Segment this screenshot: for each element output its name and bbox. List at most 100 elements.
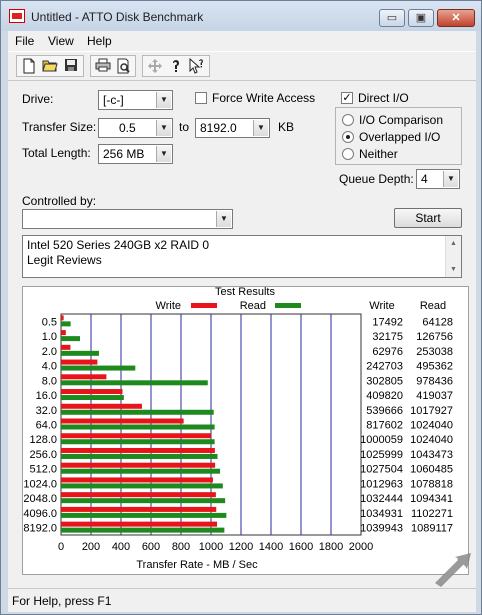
x-tick-label: 400 — [112, 541, 130, 553]
atto-app-icon — [9, 9, 25, 23]
transfer-size-to-value: 8192.0 — [200, 121, 237, 135]
status-text: For Help, press F1 — [12, 594, 112, 608]
read-bar — [61, 527, 225, 533]
transfer-size-label: Transfer Size: — [22, 120, 97, 134]
file-toolbar-group — [16, 55, 84, 77]
overlapped-io-radio[interactable] — [342, 131, 354, 143]
read-bar — [61, 498, 226, 504]
queue-depth-value: 4 — [421, 172, 428, 186]
close-button[interactable]: ✕ — [437, 9, 475, 27]
drive-select[interactable]: [-c-] ▼ — [98, 90, 173, 110]
y-category-label: 4096.0 — [23, 508, 57, 520]
window-title: Untitled - ATTO Disk Benchmark — [31, 10, 204, 24]
overlapped-io-label: Overlapped I/O — [359, 130, 441, 144]
write-value: 1000059 — [360, 434, 403, 446]
transfer-size-from-select[interactable]: 0.5 ▼ — [98, 118, 173, 138]
status-bar: For Help, press F1 — [8, 588, 476, 612]
write-bar — [61, 389, 123, 395]
write-legend-swatch — [191, 303, 217, 308]
description-scrollbar[interactable]: ▲ ▼ — [445, 236, 461, 277]
move-icon[interactable] — [145, 58, 165, 76]
minimize-button[interactable]: ▭ — [379, 9, 405, 27]
write-bar — [61, 374, 107, 380]
read-legend-swatch — [275, 303, 301, 308]
write-column-header: Write — [369, 300, 394, 312]
write-bar — [61, 447, 215, 453]
write-bar — [61, 433, 212, 439]
y-category-label: 128.0 — [29, 434, 57, 446]
x-tick-label: 200 — [82, 541, 100, 553]
read-value: 978436 — [416, 375, 453, 387]
read-bar — [61, 439, 215, 445]
scroll-up-icon[interactable]: ▲ — [446, 236, 461, 251]
transfer-size-from-value: 0.5 — [119, 121, 136, 135]
test-results-title: Test Results — [215, 287, 275, 298]
title-bar[interactable]: Untitled - ATTO Disk Benchmark ▭ ▣ ✕ — [1, 1, 481, 31]
write-bar — [61, 344, 71, 350]
open-folder-icon[interactable] — [40, 58, 60, 76]
toolbar — [8, 51, 476, 81]
chevron-down-icon[interactable]: ▼ — [253, 120, 268, 136]
print-icon[interactable] — [93, 58, 113, 76]
scroll-down-icon[interactable]: ▼ — [446, 262, 461, 277]
chevron-down-icon[interactable]: ▼ — [216, 211, 231, 227]
read-value: 1094341 — [410, 493, 453, 505]
x-tick-label: 800 — [172, 541, 190, 553]
chevron-down-icon[interactable]: ▼ — [156, 92, 171, 108]
read-bar — [61, 321, 71, 327]
maximize-button[interactable]: ▣ — [408, 9, 434, 27]
test-results-chart: Test Results Write Read Write Read Trans… — [23, 287, 453, 571]
start-button[interactable]: Start — [394, 208, 462, 228]
write-value: 17492 — [372, 316, 403, 328]
transfer-size-to-select[interactable]: 8192.0 ▼ — [195, 118, 270, 138]
chevron-down-icon[interactable]: ▼ — [443, 171, 458, 187]
chevron-down-icon[interactable]: ▼ — [156, 120, 171, 136]
write-legend-label: Write — [156, 300, 181, 312]
menu-bar: File View Help — [8, 31, 476, 51]
description-line-2: Legit Reviews — [27, 253, 102, 267]
write-value: 302805 — [366, 375, 403, 387]
controlled-by-select[interactable]: ▼ — [22, 209, 233, 229]
direct-io-checkbox[interactable]: ✓ — [341, 92, 353, 104]
read-bar — [61, 380, 208, 386]
neither-label: Neither — [359, 147, 398, 161]
chevron-down-icon[interactable]: ▼ — [156, 146, 171, 162]
read-value: 419037 — [416, 390, 453, 402]
write-bar — [61, 492, 216, 498]
read-bar — [61, 424, 215, 430]
write-bar — [61, 418, 184, 424]
save-icon[interactable] — [61, 58, 81, 76]
menu-file[interactable]: File — [15, 34, 34, 48]
queue-depth-select[interactable]: 4 ▼ — [416, 169, 460, 189]
help-icon[interactable] — [166, 58, 186, 76]
neither-radio[interactable] — [342, 148, 354, 160]
menu-help[interactable]: Help — [87, 34, 112, 48]
read-value: 64128 — [422, 316, 453, 328]
legit-reviews-logo — [429, 549, 477, 589]
total-length-select[interactable]: 256 MB ▼ — [98, 144, 173, 164]
write-bar — [61, 330, 66, 336]
write-bar — [61, 521, 217, 527]
total-length-value: 256 MB — [103, 147, 145, 161]
description-textarea[interactable]: Intel 520 Series 240GB x2 RAID 0 Legit R… — [22, 235, 462, 278]
print-preview-icon[interactable] — [114, 58, 134, 76]
x-tick-label: 1400 — [259, 541, 283, 553]
y-category-label: 512.0 — [29, 464, 57, 476]
read-value: 1060485 — [410, 464, 453, 476]
context-help-icon[interactable] — [187, 57, 207, 76]
y-category-label: 4.0 — [42, 361, 57, 373]
x-axis-title: Transfer Rate - MB / Sec — [136, 559, 258, 571]
read-value: 1043473 — [410, 449, 453, 461]
read-bar — [61, 453, 218, 459]
y-category-label: 0.5 — [42, 316, 57, 328]
client-area: Drive: [-c-] ▼ Force Write Access ✓ Dire… — [8, 81, 476, 588]
y-category-label: 2048.0 — [23, 493, 57, 505]
io-comparison-radio[interactable] — [342, 114, 354, 126]
io-comparison-label: I/O Comparison — [359, 113, 444, 127]
read-value: 495362 — [416, 361, 453, 373]
force-write-access-checkbox[interactable] — [195, 92, 207, 104]
read-bar — [61, 409, 214, 415]
menu-view[interactable]: View — [48, 34, 74, 48]
new-document-icon[interactable] — [19, 58, 39, 76]
write-value: 1032444 — [360, 493, 403, 505]
